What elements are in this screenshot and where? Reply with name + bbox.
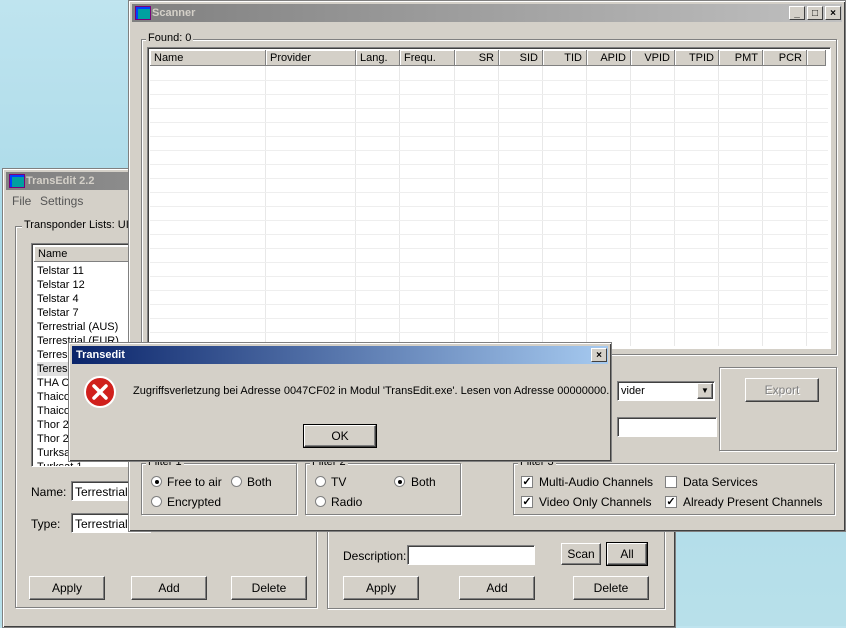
maximize-icon[interactable]: □ — [807, 6, 823, 20]
already-present-label[interactable]: Already Present Channels — [683, 495, 822, 509]
export-button[interactable]: Export — [745, 378, 819, 402]
all-button[interactable]: All — [606, 542, 648, 566]
column-header-filler — [807, 50, 826, 66]
free-to-air-radio[interactable] — [151, 476, 162, 487]
both1-radio[interactable] — [231, 476, 242, 487]
description-label: Description: — [343, 549, 407, 563]
add2-button[interactable]: Add — [459, 576, 535, 600]
column-header[interactable]: Name — [150, 50, 266, 66]
grid-line — [150, 318, 828, 319]
grid-line — [150, 206, 828, 207]
video-only-label[interactable]: Video Only Channels — [539, 495, 652, 509]
list-item[interactable]: Telstar 12 — [37, 278, 119, 292]
apply2-button[interactable]: Apply — [343, 576, 419, 600]
column-header[interactable]: TID — [543, 50, 587, 66]
video-only-checkbox[interactable]: ✓ — [521, 496, 533, 508]
combo-arrow-icon[interactable]: ▼ — [697, 383, 713, 399]
grid-line — [150, 94, 828, 95]
app-icon — [9, 174, 25, 188]
grid-line — [150, 136, 828, 137]
data-services-checkbox[interactable] — [665, 476, 677, 488]
grid-line — [150, 108, 828, 109]
column-header[interactable]: APID — [587, 50, 631, 66]
multi-audio-label[interactable]: Multi-Audio Channels — [539, 475, 653, 489]
ok-button[interactable]: OK — [303, 424, 377, 448]
grid-line — [150, 164, 828, 165]
already-present-checkbox[interactable]: ✓ — [665, 496, 677, 508]
close-icon[interactable]: × — [825, 6, 841, 20]
grid-line — [150, 80, 828, 81]
filter2-group: Filter 2 — [305, 456, 461, 515]
both2-radio[interactable] — [394, 476, 405, 487]
grid-line — [150, 276, 828, 277]
list-item[interactable]: Terrestrial (AUS) — [37, 320, 119, 334]
scanner-results-list[interactable]: Name Provider Lang. Frequ. SR SID TID APID VPID T… — [147, 47, 831, 349]
menu-settings[interactable]: Settings — [40, 194, 83, 208]
encrypted-radio[interactable] — [151, 496, 162, 507]
delete2-button[interactable]: Delete — [573, 576, 649, 600]
column-header[interactable]: Provider — [266, 50, 356, 66]
dialog-title: Transedit — [76, 349, 125, 361]
list-item[interactable]: Telstar 7 — [37, 306, 119, 320]
column-header[interactable]: PCR — [763, 50, 807, 66]
grid-line — [150, 192, 828, 193]
description-field[interactable] — [407, 545, 535, 565]
group-label: Transponder Lists: UI — [22, 219, 131, 231]
both2-label[interactable]: Both — [411, 475, 436, 489]
grid-line — [150, 262, 828, 263]
window-title: TransEdit 2.2 — [26, 175, 95, 187]
column-header[interactable]: SID — [499, 50, 543, 66]
add-button[interactable]: Add — [131, 576, 207, 600]
column-header[interactable]: PMT — [719, 50, 763, 66]
free-to-air-label[interactable]: Free to air — [167, 475, 222, 489]
grid-line — [150, 150, 828, 151]
column-header[interactable]: VPID — [631, 50, 675, 66]
column-header[interactable]: TPID — [675, 50, 719, 66]
tv-label[interactable]: TV — [331, 475, 346, 489]
grid-line — [150, 178, 828, 179]
dialog-close-icon[interactable]: × — [591, 348, 607, 362]
delete-button[interactable]: Delete — [231, 576, 307, 600]
error-icon — [84, 376, 116, 408]
grid-line — [150, 332, 828, 333]
grid-line — [150, 290, 828, 291]
radio-label[interactable]: Radio — [331, 495, 362, 509]
data-services-label[interactable]: Data Services — [683, 475, 758, 489]
column-header[interactable]: Lang. — [356, 50, 400, 66]
encrypted-label[interactable]: Encrypted — [167, 495, 221, 509]
scan-button[interactable]: Scan — [561, 543, 601, 565]
grid-line — [150, 304, 828, 305]
error-message: Zugriffsverletzung bei Adresse 0047CF02 … — [133, 385, 610, 397]
type-label: Type: — [31, 517, 61, 531]
grid-line — [150, 122, 828, 123]
list-item[interactable]: Telstar 11 — [37, 264, 119, 278]
grid-line — [150, 234, 828, 235]
list-item[interactable]: Telstar 4 — [37, 292, 119, 306]
minimize-icon[interactable]: _ — [789, 6, 805, 20]
both1-label[interactable]: Both — [247, 475, 272, 489]
radio-radio[interactable] — [315, 496, 326, 507]
grid-line — [150, 248, 828, 249]
scanner-titlebar[interactable]: Scanner _ □ × — [132, 4, 842, 22]
provider-field[interactable] — [617, 417, 717, 437]
menu-file[interactable]: File — [12, 194, 31, 208]
apply-button[interactable]: Apply — [29, 576, 105, 600]
app-icon — [135, 6, 151, 20]
multi-audio-checkbox[interactable]: ✓ — [521, 476, 533, 488]
dialog-titlebar[interactable]: Transedit × — [72, 346, 608, 364]
tv-radio[interactable] — [315, 476, 326, 487]
scanner-title: Scanner — [152, 7, 196, 19]
column-header[interactable]: SR — [455, 50, 499, 66]
grid-line — [150, 220, 828, 221]
name-label: Name: — [31, 485, 67, 499]
column-header[interactable]: Frequ. — [400, 50, 455, 66]
error-dialog: Transedit × Zugriffsverletzung bei Adres… — [68, 342, 612, 462]
found-label: Found: 0 — [146, 32, 194, 44]
